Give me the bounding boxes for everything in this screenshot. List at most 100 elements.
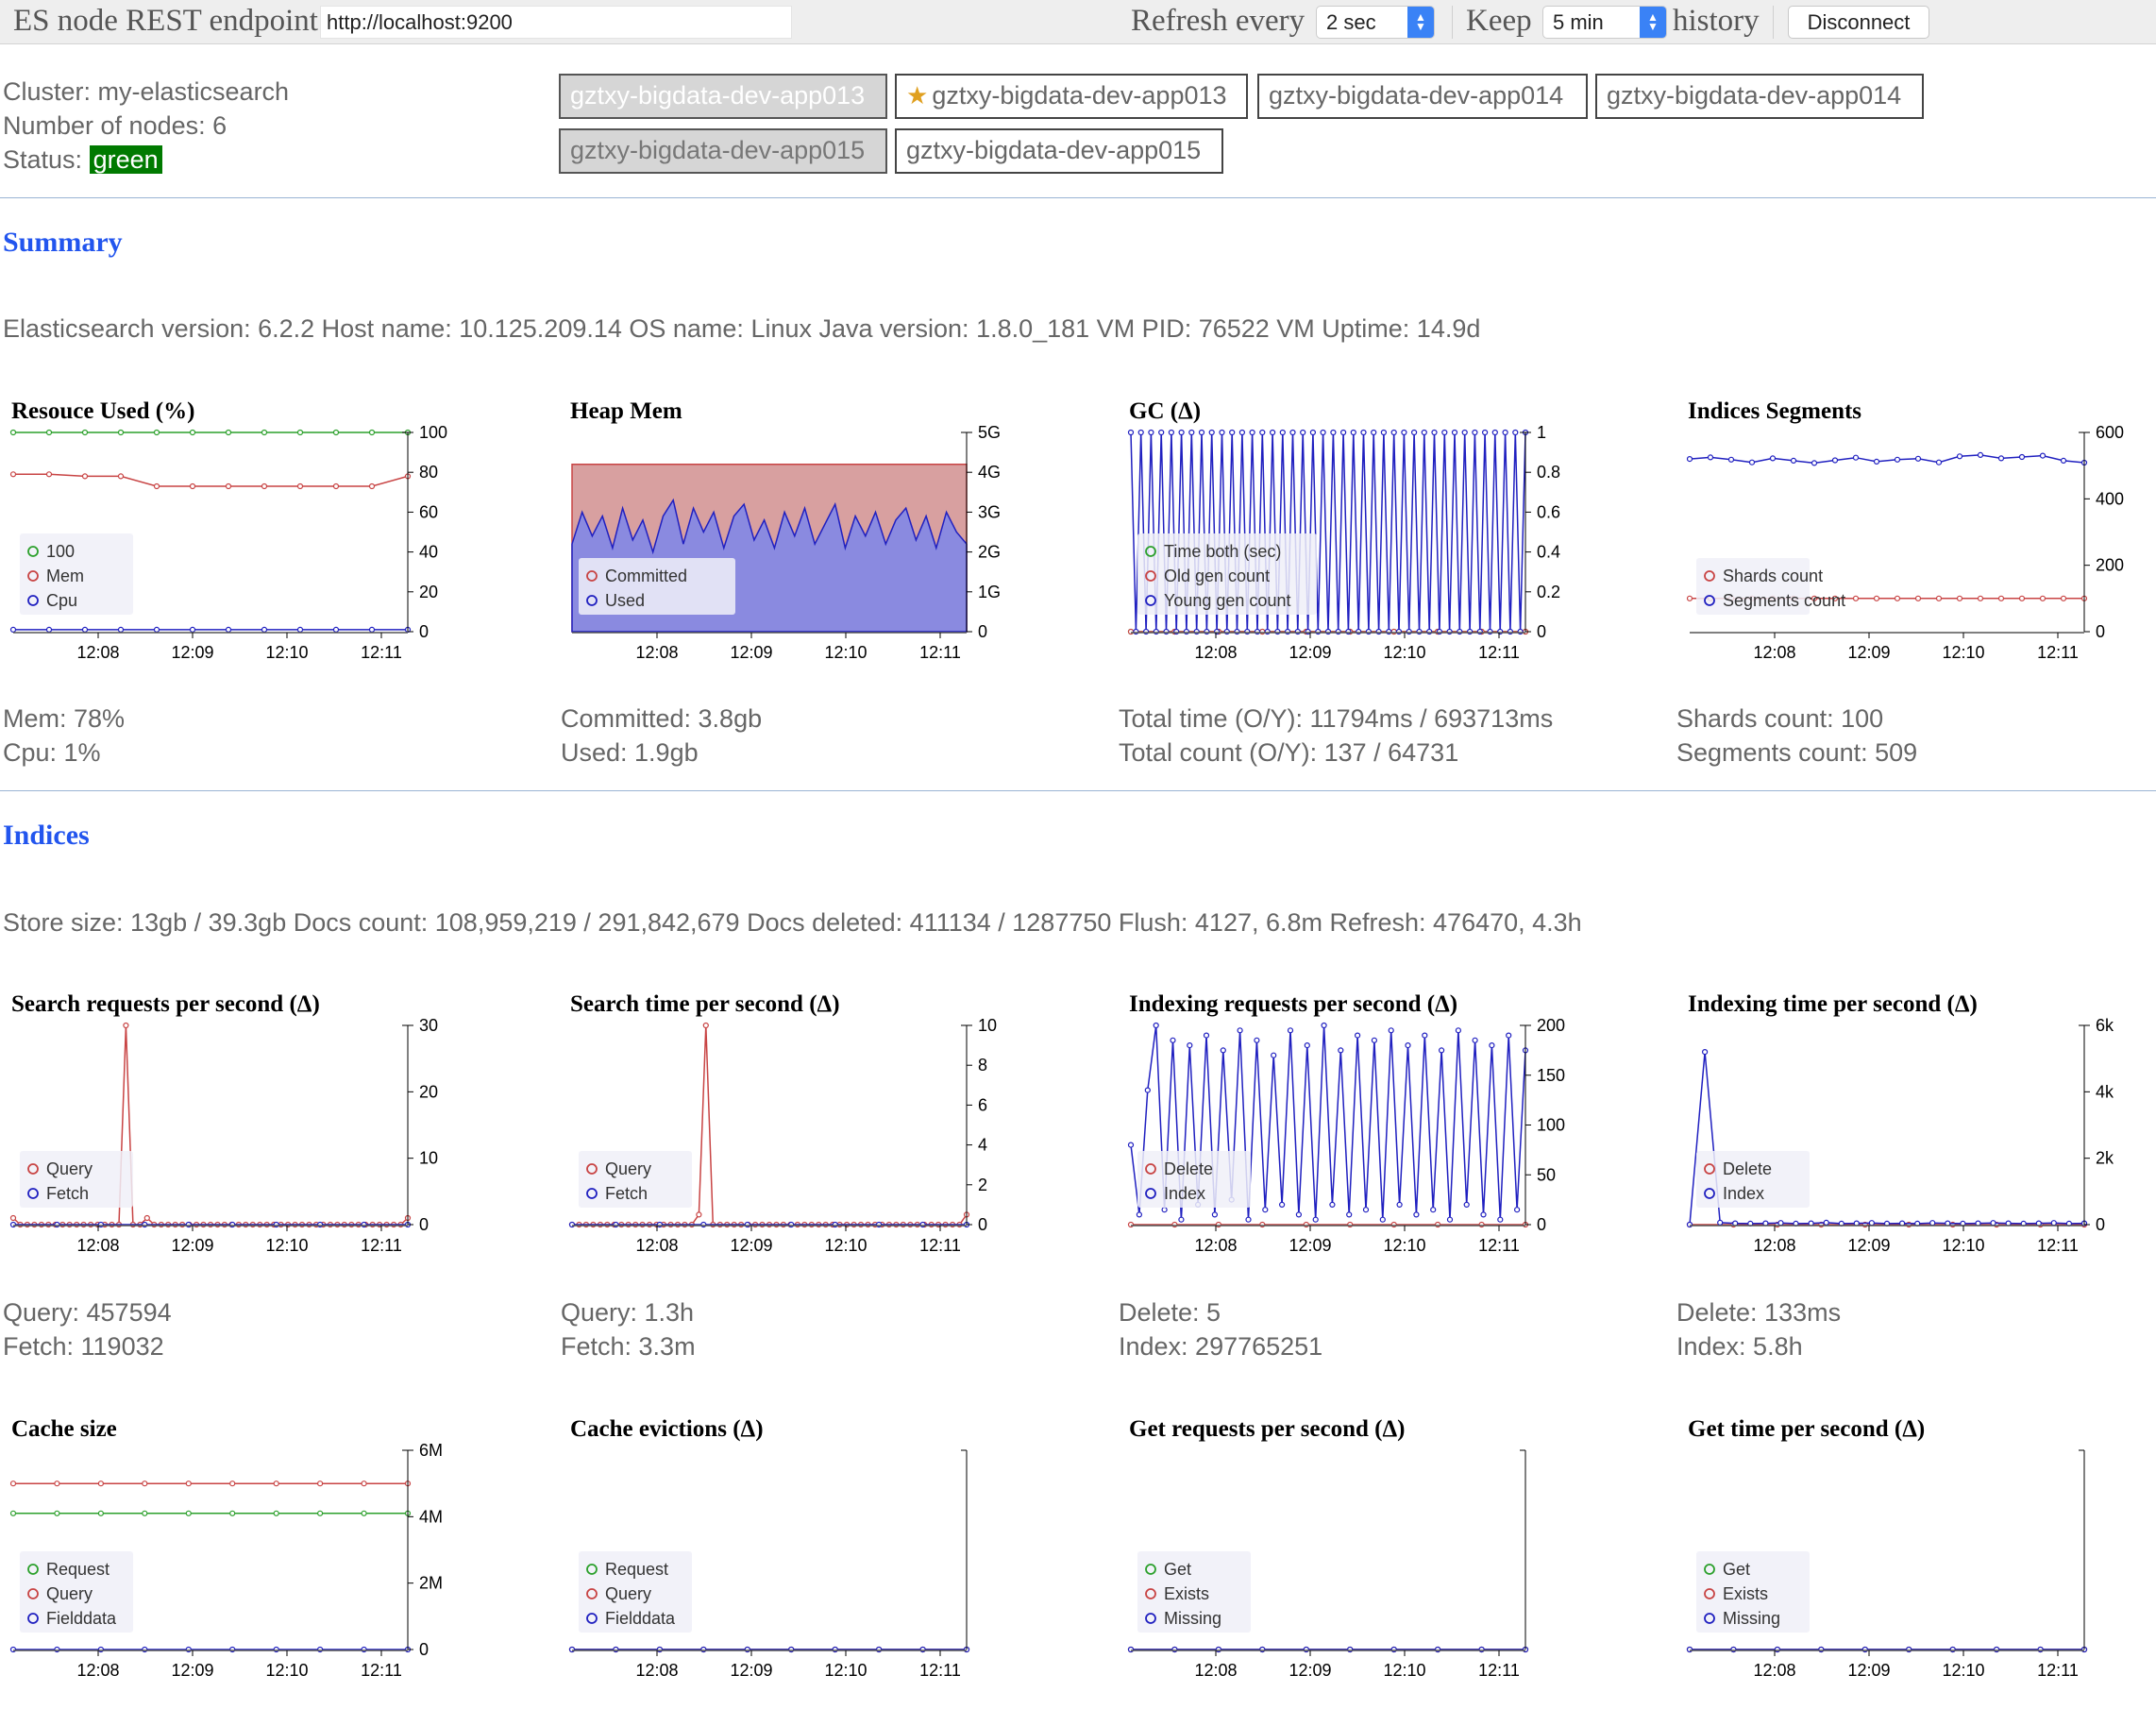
chart-stat: Fetch: 3.3m [561,1332,696,1361]
x-tick-label: 12:08 [76,1661,119,1680]
node-button[interactable]: gztxy-bigdata-dev-app015 [559,128,887,174]
chart-legend: 100 Mem Cpu [20,533,133,615]
chart-legend: Committed Used [579,558,735,615]
series-line-segments-count [1689,454,2085,465]
data-point [2039,452,2047,459]
chart-canvas: 0 1G 2G 3G 4G 5G 12:08 12:09 12:10 12:11 Committed… [571,423,1001,662]
legend-label: Query [605,1584,651,1603]
x-tick-label: 12:11 [361,643,402,662]
data-point [81,626,89,633]
data-point [1229,429,1236,436]
node-label: gztxy-bigdata-dev-app014 [1607,81,1902,110]
chart-canvas: 0 20 40 60 80 100 12:08 12:09 12:10 12:11 100 Mem Cp… [9,423,447,662]
data-point [1279,429,1286,436]
data-point [97,1510,105,1516]
x-tick-label: 12:09 [730,1236,772,1255]
chart-stat: Delete: 133ms [1676,1298,1842,1327]
chart-indexing-requests: Indexing requests per second (Δ) 0 50 100 15… [1118,991,1646,1284]
refresh-interval-value: 2 sec [1326,10,1376,34]
chart-canvas: 0 2 4 6 8 10 12:08 12:09 12:10 12:11 Query Fetch [568,1016,997,1255]
data-point [1431,429,1438,436]
node-button[interactable]: gztxy-bigdata-dev-app015 [895,128,1223,174]
node-button[interactable]: gztxy-bigdata-dev-app014 [1595,74,1924,119]
summary-title[interactable]: Summary [3,227,123,259]
chart-stat: Index: 5.8h [1676,1332,1803,1361]
data-point [1144,1087,1151,1093]
data-point [1422,1032,1428,1039]
endpoint-input[interactable] [320,6,792,39]
data-point [1350,429,1356,436]
chart-canvas: 12:08 12:09 12:10 12:11 Get Exists Missing [1127,1449,1529,1680]
data-point [153,429,160,436]
y-tick-label: 6M [419,1441,443,1460]
data-point [1208,429,1215,436]
data-point [2060,457,2067,465]
node-label: gztxy-bigdata-dev-app015 [906,136,1202,164]
x-tick-label: 12:09 [730,643,772,662]
data-point [225,429,232,436]
data-point [1512,429,1519,436]
legend-label: Shards count [1723,567,1823,585]
x-tick-label: 12:11 [2037,1236,2079,1255]
chart-canvas: 0 10 20 30 12:08 12:09 12:10 12:11 Query Fetch [9,1016,438,1255]
data-point [1482,429,1489,436]
legend-label: Delete [1164,1159,1213,1178]
node-label: gztxy-bigdata-dev-app013 [570,81,866,110]
data-point [1262,1207,1269,1213]
data-point [1439,1047,1445,1054]
chart-stat: Segments count: 509 [1676,738,1918,767]
indices-title[interactable]: Indices [3,820,90,852]
x-tick-label: 12:11 [1478,1236,1520,1255]
chart-stat: Total count (O/Y): 137 / 64731 [1119,738,1459,767]
data-point [1148,429,1154,436]
data-point [1405,1041,1411,1049]
y-tick-label: 0 [978,1215,987,1234]
data-point [1340,429,1347,436]
data-point [1777,1220,1784,1227]
node-button[interactable]: ★ gztxy-bigdata-dev-app013 [895,74,1248,119]
data-point [261,429,268,436]
data-point [1497,1216,1504,1223]
x-tick-label: 12:10 [824,1661,867,1680]
chart-cache-evictions: Cache evictions (Δ) 12:08 12:09 12:10 12:11 R… [559,1416,1087,1709]
data-point [1137,429,1144,436]
data-point [1312,1216,1319,1223]
node-button[interactable]: gztxy-bigdata-dev-app014 [1257,74,1588,119]
data-point [1254,1037,1260,1043]
data-point [2060,595,2067,601]
data-point [1237,1027,1243,1034]
data-point [1914,595,1922,601]
chart-canvas: 12:08 12:09 12:10 12:11 Request Query Fielddat… [568,1449,970,1680]
refresh-interval-select[interactable]: 2 sec ▲ ▼ [1316,6,1435,39]
chart-legend: Request Query Fielddata [20,1551,133,1633]
y-tick-label: 3G [978,502,1001,521]
toolbar: ES node REST endpoint Refresh every 2 se… [0,0,2156,44]
node-button[interactable]: gztxy-bigdata-dev-app013 [559,74,887,119]
x-tick-label: 12:11 [2037,1661,2079,1680]
data-point [1295,1211,1302,1218]
data-point [54,1481,60,1487]
y-tick-label: 0 [2096,1215,2105,1234]
data-point [1977,451,1984,459]
chart-canvas: 0 50 100 150 200 12:08 12:09 12:10 12:11 Delete In… [1127,1016,1565,1255]
data-point [1441,429,1448,436]
node-label: gztxy-bigdata-dev-app013 [932,81,1227,110]
y-tick-label: 2G [978,543,1001,562]
data-point [1727,456,1735,463]
section-divider [0,790,2156,791]
x-tick-label: 12:09 [1847,643,1890,662]
x-tick-label: 12:10 [1383,643,1425,662]
data-point [1748,459,1756,465]
keep-history-select[interactable]: 5 min ▲ ▼ [1542,6,1667,39]
disconnect-button[interactable]: Disconnect [1788,6,1929,39]
y-tick-label: 10 [419,1149,438,1168]
node-label: gztxy-bigdata-dev-app014 [1269,81,1564,110]
y-tick-label: 1G [978,583,1001,601]
data-point [1245,1216,1252,1223]
data-point [1707,454,1714,461]
data-point [361,1481,367,1487]
data-point [1127,1142,1135,1148]
y-tick-label: 0 [1537,1215,1546,1234]
data-point [1514,1207,1521,1213]
y-tick-label: 6 [978,1095,987,1114]
